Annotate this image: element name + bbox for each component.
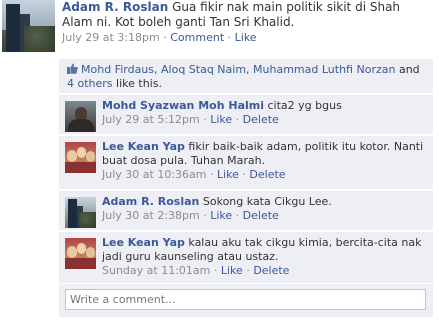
comment-content: Adam R. Roslan Sokong kata Cikgu Lee. bbox=[102, 195, 427, 209]
avatar-person bbox=[86, 247, 95, 258]
separator: · bbox=[235, 113, 243, 126]
commenter-avatar[interactable] bbox=[65, 197, 96, 228]
avatar-person bbox=[67, 150, 77, 162]
comment-timestamp[interactable]: July 29 at 5:12pm bbox=[102, 113, 200, 126]
comment-meta: Sunday at 11:01am · Like · Delete bbox=[102, 264, 427, 278]
like-link[interactable]: Like bbox=[235, 31, 257, 44]
comment-text: Sokong kata Cikgu Lee. bbox=[202, 195, 332, 208]
comment-meta: July 30 at 2:38pm · Like · Delete bbox=[102, 209, 427, 223]
post-body: Adam R. Roslan Gua fikir nak main politi… bbox=[62, 0, 434, 45]
comment-link[interactable]: Comment bbox=[170, 31, 224, 44]
commenter-avatar[interactable] bbox=[65, 101, 96, 132]
avatar-tower bbox=[6, 4, 20, 52]
comment-like-link[interactable]: Like bbox=[221, 264, 243, 277]
avatar-person bbox=[86, 151, 95, 162]
comment-author[interactable]: Mohd Syazwan Moh Halmi bbox=[102, 99, 264, 112]
post-author-avatar[interactable] bbox=[2, 0, 55, 52]
avatar-trees bbox=[24, 26, 55, 52]
comment-text: cita2 yg bgus bbox=[267, 99, 342, 112]
comment-body: Lee Kean Yap fikir baik-baik adam, polit… bbox=[102, 140, 427, 182]
avatar-shoulders bbox=[68, 119, 94, 132]
comment-delete-link[interactable]: Delete bbox=[253, 264, 289, 277]
comment-item: Lee Kean Yap kalau aku tak cikgu kimia, … bbox=[59, 231, 433, 283]
comment-timestamp[interactable]: July 30 at 2:38pm bbox=[102, 209, 200, 222]
likes-others-link[interactable]: 4 others bbox=[67, 77, 113, 90]
avatar-trees bbox=[79, 212, 96, 228]
avatar-bodies bbox=[65, 162, 96, 173]
likes-summary: Mohd Firdaus, Aloq Staq Naim, Muhammad L… bbox=[59, 59, 433, 93]
write-comment-input[interactable] bbox=[65, 289, 426, 310]
avatar-tower bbox=[68, 199, 77, 228]
comment-like-link[interactable]: Like bbox=[210, 209, 232, 222]
likes-and: and bbox=[398, 63, 420, 76]
comment-delete-link[interactable]: Delete bbox=[243, 113, 279, 126]
comment-delete-link[interactable]: Delete bbox=[249, 168, 285, 181]
comment-author[interactable]: Adam R. Roslan bbox=[102, 195, 199, 208]
post: Adam R. Roslan Gua fikir nak main politi… bbox=[0, 0, 439, 56]
comment-meta: July 29 at 5:12pm · Like · Delete bbox=[102, 113, 427, 127]
comment-like-link[interactable]: Like bbox=[217, 168, 239, 181]
comment-item: Mohd Syazwan Moh Halmi cita2 yg bgus Jul… bbox=[59, 94, 433, 134]
comment-body: Adam R. Roslan Sokong kata Cikgu Lee. Ju… bbox=[102, 195, 427, 223]
thumbs-up-icon bbox=[67, 63, 78, 74]
avatar-person bbox=[67, 246, 77, 258]
comment-content: Lee Kean Yap fikir baik-baik adam, polit… bbox=[102, 140, 427, 168]
comment-author[interactable]: Lee Kean Yap bbox=[102, 140, 185, 153]
likers-names[interactable]: Mohd Firdaus, Aloq Staq Naim, Muhammad L… bbox=[81, 63, 395, 76]
comment-author[interactable]: Lee Kean Yap bbox=[102, 236, 185, 249]
post-timestamp[interactable]: July 29 at 3:18pm bbox=[62, 31, 160, 44]
separator: · bbox=[235, 209, 243, 222]
comment-delete-link[interactable]: Delete bbox=[243, 209, 279, 222]
likes-suffix: like this. bbox=[116, 77, 162, 90]
comment-timestamp[interactable]: July 30 at 10:36am bbox=[102, 168, 206, 181]
comment-item: Adam R. Roslan Sokong kata Cikgu Lee. Ju… bbox=[59, 190, 433, 230]
comment-content: Lee Kean Yap kalau aku tak cikgu kimia, … bbox=[102, 236, 427, 264]
comment-item: Lee Kean Yap fikir baik-baik adam, polit… bbox=[59, 135, 433, 189]
comment-body: Lee Kean Yap kalau aku tak cikgu kimia, … bbox=[102, 236, 427, 278]
write-comment-area bbox=[59, 283, 433, 317]
post-author-name[interactable]: Adam R. Roslan bbox=[62, 0, 168, 14]
comment-body: Mohd Syazwan Moh Halmi cita2 yg bgus Jul… bbox=[102, 99, 427, 127]
separator: · bbox=[209, 168, 217, 181]
comment-timestamp[interactable]: Sunday at 11:01am bbox=[102, 264, 210, 277]
separator: · bbox=[213, 264, 221, 277]
avatar-person bbox=[77, 147, 86, 158]
comment-meta: July 30 at 10:36am · Like · Delete bbox=[102, 168, 427, 182]
commenter-avatar[interactable] bbox=[65, 142, 96, 173]
avatar-bodies bbox=[65, 258, 96, 269]
commenter-avatar[interactable] bbox=[65, 238, 96, 269]
post-content: Adam R. Roslan Gua fikir nak main politi… bbox=[62, 0, 434, 30]
comment-content: Mohd Syazwan Moh Halmi cita2 yg bgus bbox=[102, 99, 427, 113]
post-meta: July 29 at 3:18pm · Comment · Like bbox=[62, 31, 434, 45]
avatar-person bbox=[77, 243, 86, 254]
separator: · bbox=[227, 31, 235, 44]
comment-like-link[interactable]: Like bbox=[210, 113, 232, 126]
